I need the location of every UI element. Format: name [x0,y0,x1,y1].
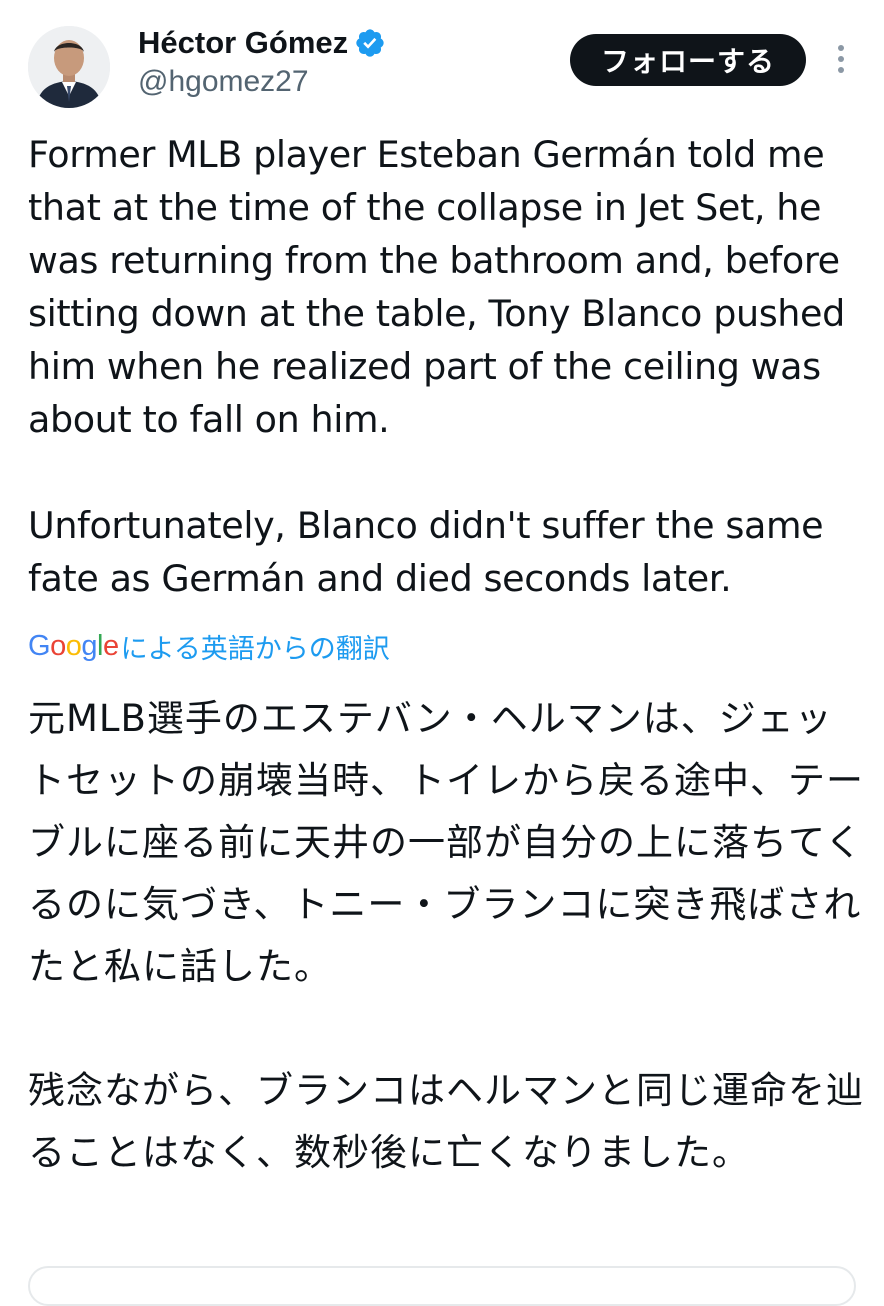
tweet-header: Héctor Gómez @hgomez27 フォローする [0,0,884,120]
more-vertical-icon [838,45,844,73]
google-logo: Google [28,629,119,662]
avatar-photo-icon [28,26,110,108]
translation-attribution[interactable]: Google による英語からの翻訳 [28,624,390,668]
avatar[interactable] [28,26,110,108]
author-handle[interactable]: @hgomez27 [138,62,386,102]
tweet-text: Former MLB player Esteban Germán told me… [28,133,845,600]
embedded-card[interactable] [28,1266,856,1306]
display-name-row: Héctor Gómez [138,24,386,62]
author-info[interactable]: Héctor Gómez @hgomez27 [138,24,386,102]
follow-button[interactable]: フォローする [570,34,806,86]
verified-badge-icon [354,27,386,59]
translated-text: 元MLB選手のエステバン・ヘルマンは、ジェットセットの崩壊当時、トイレから戻る途… [28,697,864,1174]
more-options-button[interactable] [826,40,856,80]
translation-label-text: による英語からの翻訳 [120,633,390,665]
display-name[interactable]: Héctor Gómez [138,24,348,62]
